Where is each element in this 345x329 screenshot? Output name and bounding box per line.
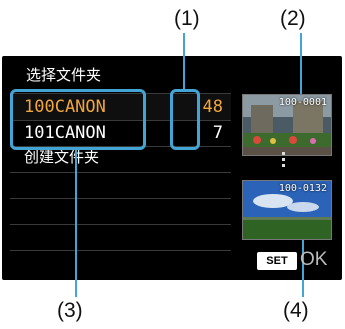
first-image-thumbnail: 100-0001	[242, 94, 332, 156]
ok-label: OK	[300, 249, 328, 270]
thumbnail-label: 100-0132	[278, 183, 327, 194]
last-image-thumbnail: 100-0132	[242, 180, 332, 240]
callout-1: (1)	[174, 7, 200, 30]
callout-4: (4)	[283, 299, 309, 322]
set-button[interactable]: SET	[257, 252, 297, 270]
folder-count: 48	[202, 97, 223, 117]
row-divider	[10, 250, 231, 251]
leader-line-3	[75, 147, 77, 297]
callout-2: (2)	[280, 7, 306, 30]
thumbnail-label: 100-0001	[278, 97, 327, 108]
image-counts-frame	[170, 89, 200, 150]
leader-line-2	[300, 33, 302, 101]
row-divider	[10, 224, 231, 225]
folder-count: 7	[212, 123, 223, 143]
more-images-dots	[282, 152, 286, 170]
row-divider	[10, 172, 231, 173]
callout-3: (3)	[57, 299, 83, 322]
folder-names-frame	[10, 89, 146, 150]
page-title: 选择文件夹	[26, 66, 102, 84]
row-divider	[10, 198, 231, 199]
leader-line-1	[183, 33, 185, 90]
